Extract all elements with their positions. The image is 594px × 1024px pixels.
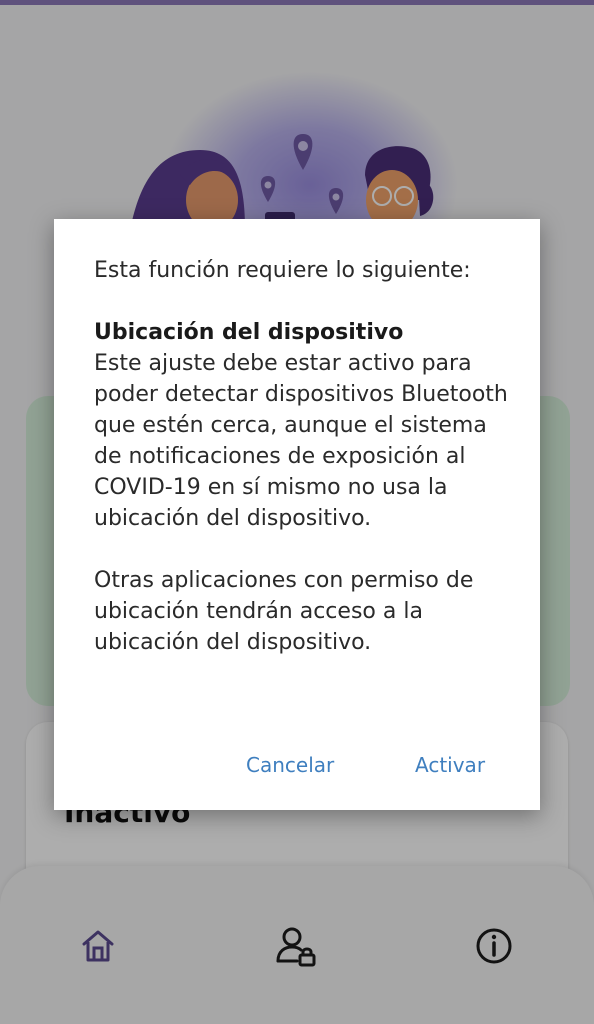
dialog-intro: Esta función requiere lo siguiente:	[94, 258, 471, 283]
cancel-button[interactable]: Cancelar	[238, 749, 342, 781]
location-permission-dialog: Esta función requiere lo siguiente: Ubic…	[54, 219, 540, 810]
dialog-heading: Ubicación del dispositivo	[94, 320, 404, 345]
dialog-note: Otras aplicaciones con permiso de ubicac…	[94, 568, 474, 655]
dialog-description: Este ajuste debe estar activo para poder…	[94, 351, 508, 531]
dialog-actions: Cancelar Activar	[54, 749, 540, 789]
dialog-body: Esta función requiere lo siguiente: Ubic…	[94, 255, 514, 658]
activate-button[interactable]: Activar	[407, 749, 493, 781]
